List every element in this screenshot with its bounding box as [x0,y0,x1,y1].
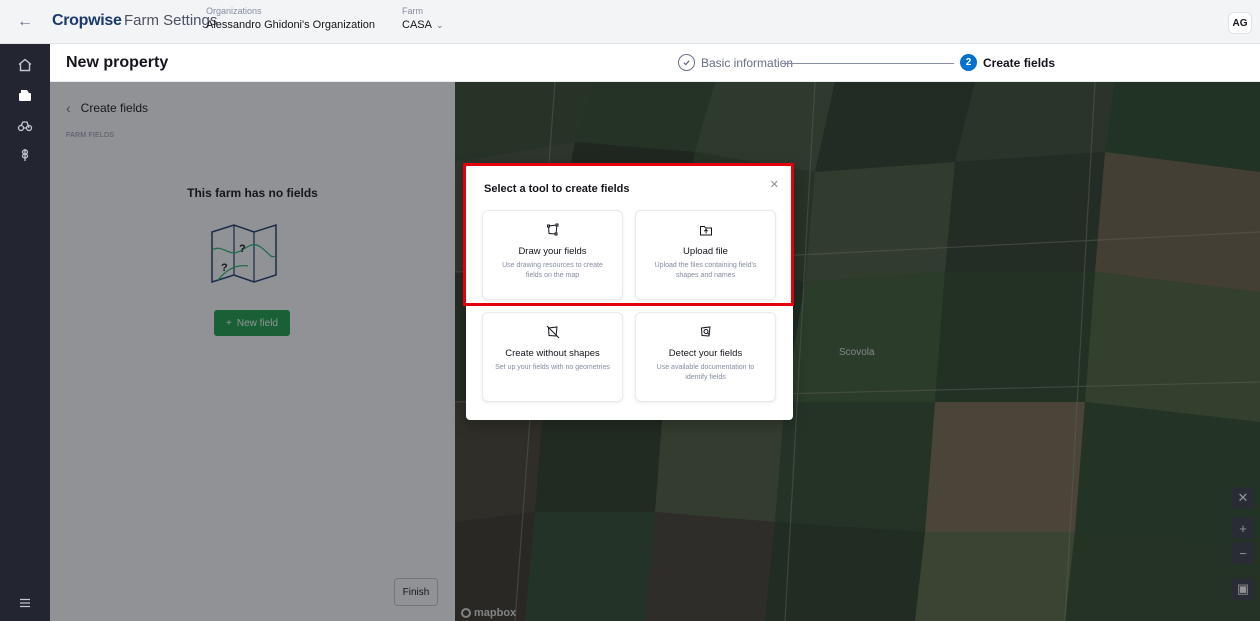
create-without-shapes-title: Create without shapes [505,348,600,359]
organization-label: Organizations [206,6,262,16]
no-shape-icon [546,325,559,339]
organization-value: Alessandro Ghidoni's Organization [206,19,376,31]
stepper-step-create-fields: 2 Create fields [960,54,1055,71]
farm-value: CASA [402,19,432,31]
step2-number: 2 [960,54,977,71]
check-icon [678,54,695,71]
chevron-down-icon: ⌄ [435,20,444,30]
user-avatar[interactable]: AG [1228,12,1252,34]
farm-selector[interactable]: Farm CASA ⌄ [402,6,444,33]
home-icon[interactable] [0,50,50,80]
step1-label: Basic information [701,55,794,70]
stepper-connector [782,63,954,64]
highlight-box [463,163,794,306]
brand-logo: Cropwise [52,12,122,29]
step2-label: Create fields [983,55,1056,70]
app-title: Farm Settings [124,12,218,29]
farm-label: Farm [402,6,423,16]
page-header: New property Basic information 2 Create … [50,44,1260,82]
detect-fields-desc: Use available documentation to identify … [656,364,755,381]
create-without-shapes-option[interactable]: Create without shapes Set up your fields… [482,312,623,402]
create-without-shapes-desc: Set up your fields with no geometries [495,364,610,371]
page-title: New property [66,54,169,71]
left-navigation-rail [0,44,50,621]
back-button[interactable]: ← [0,0,50,44]
property-icon[interactable] [0,80,50,110]
crop-icon[interactable] [0,140,50,170]
stepper-step-basic-information: Basic information [678,54,793,71]
detect-fields-option[interactable]: Detect your fields Use available documen… [635,312,776,402]
machinery-icon[interactable] [0,110,50,140]
detect-fields-icon [700,326,711,337]
arrow-left-icon: ← [17,13,33,30]
menu-icon[interactable] [0,588,50,618]
detect-fields-title: Detect your fields [668,348,743,359]
organization-selector[interactable]: Organizations Alessandro Ghidoni's Organ… [206,6,375,33]
top-bar: ← Cropwise Farm Settings Organizations A… [0,0,1260,44]
